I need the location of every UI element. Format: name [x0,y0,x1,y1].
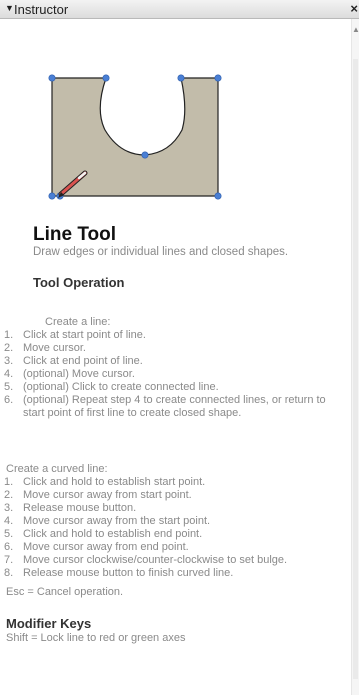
vertex-dot [141,151,149,159]
list-item: 1. Click at start point of line. [0,329,333,342]
list-item-text: (optional) Move cursor. [23,368,135,380]
scrollbar-thumb[interactable] [353,59,358,679]
list-item-text: Move cursor. [23,342,86,354]
modifier-keys-heading: Modifier Keys [6,616,92,631]
list-item: 7. Move cursor clockwise/counter-clockwis… [0,554,333,567]
list-item-text: (optional) Repeat step 4 to create conne… [23,394,326,419]
list-item-number: 6. [4,394,14,406]
list-item-number: 4. [4,368,14,380]
list-item-number: 3. [4,502,14,514]
panel-titlebar[interactable]: ▼ Instructor × [0,0,359,19]
tool-operation-heading: Tool Operation [33,275,125,290]
vertical-scrollbar[interactable]: ▲ [351,19,359,695]
create-line-steps: 1. Click at start point of line. 2. Move cu… [0,329,333,420]
list-item: 2. Move cursor. [0,342,333,355]
list-item-text: Move cursor away from the start point. [23,515,211,527]
create-line-intro: Create a line: [45,316,111,328]
curved-line-steps: 1. Click and hold to establish start poin… [0,476,333,580]
list-item: 8. Release mouse button to finish curved … [0,567,333,580]
list-item-number: 1. [4,329,14,341]
list-item-text: Move cursor away from end point. [23,541,189,553]
list-item: 6. Move cursor away from end point. [0,541,333,554]
list-item-text: Move cursor away from start point. [23,489,192,501]
list-item-text: Release mouse button. [23,502,137,514]
list-item-number: 1. [4,476,14,488]
esc-note: Esc = Cancel operation. [6,586,124,598]
list-item: 5. Click and hold to establish end point. [0,528,333,541]
list-item-number: 7. [4,554,14,566]
list-item-number: 3. [4,355,14,367]
list-item: 2. Move cursor away from start point. [0,489,333,502]
tool-name: Line Tool [33,224,117,245]
vertex-dot [214,192,222,200]
vertex-dot [48,74,56,82]
line-tool-illustration [40,65,240,210]
tool-description: Draw edges or individual lines and close… [33,246,289,258]
vertex-dot [214,74,222,82]
list-item-number: 6. [4,541,14,553]
scroll-up-arrow-icon[interactable]: ▲ [352,25,359,34]
list-item-number: 5. [4,528,14,540]
list-item-text: Click at start point of line. [23,329,146,341]
list-item-text: Move cursor clockwise/counter-clockwise … [23,554,288,566]
close-icon[interactable]: × [350,1,358,16]
list-item: 6. (optional) Repeat step 4 to create con… [0,394,333,420]
collapse-triangle-icon[interactable]: ▼ [5,3,14,13]
vertex-dot [177,74,185,82]
list-item: 3. Release mouse button. [0,502,333,515]
curved-line-intro: Create a curved line: [6,463,108,475]
list-item-number: 5. [4,381,14,393]
list-item-text: (optional) Click to create connected lin… [23,381,219,393]
list-item: 5. (optional) Click to create connected l… [0,381,333,394]
list-item: 3. Click at end point of line. [0,355,333,368]
modifier-shift: Shift = Lock line to red or green axes [6,632,186,644]
list-item-text: Click at end point of line. [23,355,143,367]
list-item-number: 8. [4,567,14,579]
list-item-number: 2. [4,489,14,501]
list-item-text: Click and hold to establish end point. [23,528,203,540]
list-item-number: 4. [4,515,14,527]
panel-title: Instructor [14,2,69,17]
list-item-number: 2. [4,342,14,354]
list-item: 4. (optional) Move cursor. [0,368,333,381]
vertex-dot [48,192,56,200]
list-item: 1. Click and hold to establish start poin… [0,476,333,489]
list-item-text: Click and hold to establish start point. [23,476,206,488]
list-item-text: Release mouse button to finish curved li… [23,567,234,579]
vertex-dot [102,74,110,82]
list-item: 4. Move cursor away from the start point. [0,515,333,528]
